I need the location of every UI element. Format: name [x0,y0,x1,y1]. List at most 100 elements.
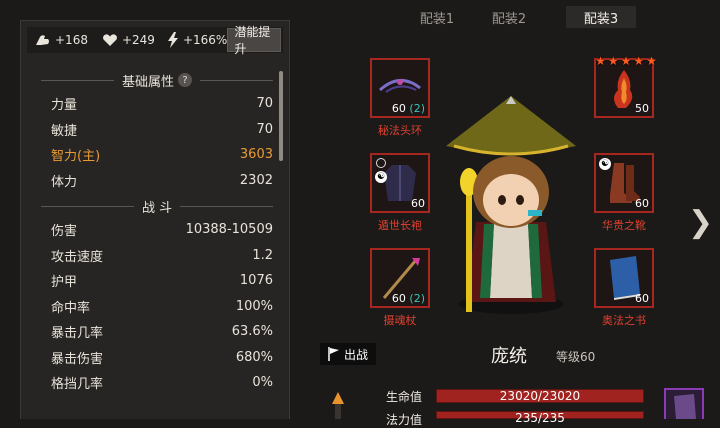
equip-slot-weapon[interactable]: 60 (2) [370,248,430,308]
stat-value: 1.2 [252,247,273,263]
stat-row-strength: 力量 70 [33,91,281,117]
stat-value: 70 [256,121,273,137]
item-level: 60 (2) [391,292,425,305]
stat-label: 攻击速度 [51,249,104,265]
stat-label: 伤害 [51,224,78,240]
star-rating: ★ ★ ★ ★ ★ [595,54,657,68]
deploy-label: 出战 [343,347,368,362]
hp-value: 23020/23020 [499,389,581,403]
star-icon: ★ [620,54,632,68]
tab-loadout-2[interactable]: 配装2 [474,6,544,28]
star-icon: ★ [646,54,657,68]
potential-upgrade-button[interactable]: 潜能提升 [227,25,281,56]
stat-label: 体力 [51,174,78,190]
tab-label: 配装3 [583,11,619,27]
equip-slot-chest[interactable]: ☯ 60 [370,153,430,213]
stat-row-attack-speed: 攻击速度 1.2 [33,243,281,269]
stat-value: 2302 [239,172,273,188]
lightning-icon [167,32,178,48]
socket-icon [376,158,386,168]
stat-row-agility: 敏捷 70 [33,117,281,143]
stat-list: 基础属性 ? 力量 70 敏捷 70 智力(主) 3603 体力 2302 战 … [33,69,281,396]
stat-label: 敏捷 [51,123,78,139]
tab-label: 配装1 [419,11,455,27]
item-name-head: 秘法头环 [378,124,422,137]
stat-row-crit-chance: 暴击几率 63.6% [33,319,281,345]
stat-row-hit-rate: 命中率 100% [33,294,281,320]
stat-value: 3603 [239,147,273,163]
equip-slot-offhand[interactable]: 60 [594,248,654,308]
stat-label: 护甲 [51,275,78,291]
item-name-weapon: 摄魂杖 [383,314,417,327]
health-buff: +249 [102,33,155,47]
mp-label: 法力值 [386,413,423,427]
tab-loadout-3[interactable]: 配装3 [566,6,636,28]
stat-label: 命中率 [51,300,91,316]
basic-attributes-header: 基础属性 ? [33,69,281,91]
hero-portrait [446,96,576,314]
hero-name: 庞统 [491,346,527,367]
stat-value: 63.6% [231,324,273,340]
flag-icon [328,347,339,361]
equip-slot-head[interactable]: 60 (2) [370,58,430,118]
chevron-right-icon[interactable]: ❯ [688,205,713,240]
item-name-chest: 遁世长袍 [378,219,422,232]
stat-label: 暴击伤害 [51,351,104,367]
stat-label: 暴击几率 [51,326,104,342]
basic-attributes-title: 基础属性 [122,74,175,90]
item-name-offhand: 奥法之书 [602,314,646,327]
combat-title: 战 斗 [141,200,173,216]
stat-label: 格挡几率 [51,377,104,393]
yin-yang-icon: ☯ [599,158,611,170]
stat-label: 智力(主) [51,149,101,165]
stat-row-block-chance: 格挡几率 0% [33,370,281,396]
health-buff-value: +249 [121,33,155,47]
strength-arm-icon [36,35,49,45]
item-level: 50 [635,102,649,115]
stat-value: 680% [235,349,273,365]
help-icon[interactable]: ? [178,73,193,87]
item-level: 60 (2) [391,102,425,115]
stat-row-armor: 护甲 1076 [33,268,281,294]
stat-value: 0% [252,375,273,391]
item-level: 60 [411,197,425,210]
energy-buff-value: +166% [182,33,228,47]
hp-bar: 23020/23020 [436,389,644,403]
strength-buff-value: +168 [55,33,88,47]
buff-bar: +168 +249 +166% 潜能提升 [27,25,283,56]
stat-value: 70 [256,96,273,112]
item-name-boots: 华贵之靴 [602,219,646,232]
skill-slot[interactable] [664,388,704,419]
torch-icon [332,392,344,419]
star-icon: ★ [633,54,645,68]
hero-level: 等级60 [556,350,596,364]
stat-row-damage: 伤害 10388-10509 [33,217,281,243]
stat-label: 力量 [51,98,78,114]
star-icon: ★ [595,54,606,68]
attribute-panel: +168 +249 +166% 潜能提升 基础属性 ? 力量 70 敏捷 70 … [20,20,290,419]
scrollbar[interactable] [279,71,283,161]
stat-row-intelligence: 智力(主) 3603 [33,142,281,168]
mp-value: 235/235 [515,411,565,425]
strength-buff: +168 [35,33,88,47]
item-level: 60 [635,197,649,210]
combat-header: 战 斗 [33,195,281,217]
spellbook-icon [674,394,696,419]
equip-slot-boots[interactable]: ☯ 60 [594,153,654,213]
deploy-button[interactable]: 出战 [320,343,376,365]
hp-label: 生命值 [386,390,423,404]
heart-icon [103,34,117,46]
stat-value: 10388-10509 [185,222,273,238]
energy-buff: +166% [167,32,227,48]
star-icon: ★ [607,54,619,68]
tab-loadout-1[interactable]: 配装1 [402,6,472,28]
tab-label: 配装2 [491,11,527,27]
stat-row-crit-damage: 暴击伤害 680% [33,345,281,371]
equip-slot-artifact[interactable]: ★ ★ ★ ★ ★ 50 [594,54,657,118]
stat-row-stamina: 体力 2302 [33,168,281,194]
stat-value: 1076 [239,273,273,289]
yin-yang-icon: ☯ [375,171,387,183]
item-level: 60 [635,292,649,305]
stat-value: 100% [235,298,273,314]
mp-bar: 235/235 [436,411,644,424]
